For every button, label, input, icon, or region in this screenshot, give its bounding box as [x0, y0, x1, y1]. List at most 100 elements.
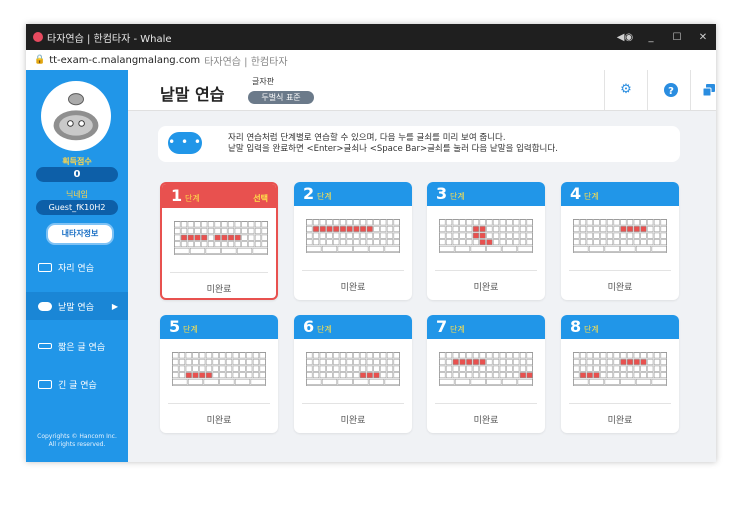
stage-card-5[interactable]: 5 단계미완료 — [160, 315, 278, 433]
stage-card-header: 1 단계 선택 — [162, 184, 276, 208]
stage-unit: 단계 — [317, 325, 332, 334]
keyboard-diagram-icon — [439, 219, 533, 253]
window-icon[interactable] — [702, 79, 715, 101]
stage-card-2[interactable]: 2 단계미완료 — [294, 182, 412, 300]
sidebar-item-label: 긴 글 연습 — [58, 380, 97, 391]
divider — [569, 270, 671, 271]
nickname-label: 닉네임 — [65, 190, 89, 199]
title-bar: 타자연습 | 한컴타자 - Whale ◀◉ _ ☐ ✕ — [26, 24, 716, 50]
stage-status: 미완료 — [607, 416, 633, 426]
stage-number: 2 — [303, 184, 315, 203]
stage-number: 4 — [570, 184, 582, 203]
avatar[interactable] — [41, 81, 111, 151]
address-bar[interactable]: 🔒 tt-exam-c.malangmalang.com 타자연습 | 한컴타자 — [26, 50, 716, 71]
stage-card-8[interactable]: 8 단계미완료 — [561, 315, 679, 433]
stage-card-6[interactable]: 6 단계미완료 — [294, 315, 412, 433]
whale-icon — [33, 32, 43, 42]
stage-card-7[interactable]: 7 단계미완료 — [427, 315, 545, 433]
lock-icon: 🔒 — [34, 55, 46, 65]
stage-card-4[interactable]: 4 단계 미완료 — [561, 182, 679, 300]
stage-status: 미완료 — [473, 283, 499, 293]
url-page-title: 타자연습 | 한컴타자 — [204, 56, 288, 68]
maximize-button[interactable]: ☐ — [664, 32, 690, 43]
keyboard-diagram-icon — [439, 352, 533, 386]
keyboard-diagram-icon — [172, 352, 266, 386]
caret-right-icon: ▶ — [111, 301, 118, 311]
stage-number: 1 — [171, 186, 183, 205]
copyright-line: All rights reserved. — [48, 441, 106, 448]
stage-card-3[interactable]: 3 단계 미완료 — [427, 182, 545, 300]
divider — [604, 70, 605, 110]
keyboard-diagram-icon — [306, 219, 400, 253]
stage-status: 미완료 — [206, 285, 232, 295]
stage-card-header: 4 단계 — [561, 182, 679, 206]
selected-label: 선택 — [253, 194, 268, 203]
copyright: Copyrights © Hancom Inc. All rights rese… — [26, 433, 128, 449]
stage-unit: 단계 — [317, 192, 332, 201]
stage-unit: 단계 — [584, 325, 599, 334]
copyright-line: Copyrights © Hancom Inc. — [37, 433, 117, 440]
stage-status: 미완료 — [340, 416, 366, 426]
divider — [302, 403, 404, 404]
score-value: 0 — [36, 167, 118, 182]
stage-card-header: 5 단계 — [160, 315, 278, 339]
my-typing-info-button[interactable]: 내타자정보 — [46, 223, 114, 245]
keyboard-diagram-icon — [174, 221, 268, 255]
sidebar-item-label: 자리 연습 — [58, 263, 94, 274]
keyboard-diagram-icon — [573, 352, 667, 386]
stage-card-header: 6 단계 — [294, 315, 412, 339]
sidebar-item-long-text[interactable]: 긴 글 연습 — [26, 370, 128, 398]
keyboard-icon — [38, 262, 52, 272]
sidebar-item-word-practice[interactable]: 낱말 연습 ▶ — [26, 292, 128, 320]
sound-icon[interactable]: ◀◉ — [612, 32, 638, 43]
minimize-button[interactable]: _ — [638, 32, 664, 43]
speech-bubble-icon: • • • — [168, 132, 202, 154]
divider — [170, 272, 268, 273]
mole-avatar-icon — [53, 93, 99, 141]
divider — [690, 70, 691, 110]
stage-unit: 단계 — [183, 325, 198, 334]
stage-status: 미완료 — [473, 416, 499, 426]
info-line: 낱말 입력을 완료하면 <Enter>글쇠나 <Space Bar>글쇠를 눌러… — [228, 144, 558, 154]
short-text-icon — [38, 343, 52, 349]
close-button[interactable]: ✕ — [690, 32, 716, 43]
settings-icon[interactable]: ⚙ — [615, 79, 637, 101]
stage-status: 미완료 — [340, 283, 366, 293]
divider — [435, 403, 537, 404]
info-text: 자리 연습처럼 단계별로 연습할 수 있으며, 다음 누를 글쇠를 미리 보여 … — [228, 133, 558, 155]
stage-unit: 단계 — [584, 192, 599, 201]
divider — [435, 270, 537, 271]
sidebar: 획득점수 0 닉네임 Guest_fK10H2 내타자정보 자리 연습 낱말 연… — [26, 70, 128, 462]
divider — [647, 70, 648, 110]
window-title: 타자연습 | 한컴타자 - Whale — [47, 33, 172, 45]
stage-number: 5 — [169, 317, 181, 336]
chat-icon — [38, 301, 52, 311]
stage-number: 6 — [303, 317, 315, 336]
url-host: tt-exam-c.malangmalang.com — [49, 54, 201, 66]
sidebar-item-key-practice[interactable]: 자리 연습 — [26, 253, 128, 281]
keyboard-diagram-icon — [306, 352, 400, 386]
divider — [569, 403, 671, 404]
help-icon[interactable]: ? — [660, 79, 682, 101]
svg-text:?: ? — [668, 86, 674, 97]
stage-unit: 단계 — [450, 325, 465, 334]
stage-card-header: 2 단계 — [294, 182, 412, 206]
sidebar-item-short-text[interactable]: 짧은 글 연습 — [26, 332, 128, 360]
long-text-icon — [38, 379, 52, 389]
stage-status: 미완료 — [206, 416, 232, 426]
stage-card-1[interactable]: 1 단계 선택미완료 — [160, 182, 278, 300]
stage-number: 7 — [436, 317, 448, 336]
stage-number: 3 — [436, 184, 448, 203]
sidebar-item-label: 짧은 글 연습 — [58, 342, 106, 353]
score-label: 획득점수 — [62, 157, 92, 166]
stage-card-header: 8 단계 — [561, 315, 679, 339]
info-box: • • • 자리 연습처럼 단계별로 연습할 수 있으며, 다음 누를 글쇠를 … — [158, 126, 680, 162]
keyboard-layout-badge[interactable]: 두벌식 표준 — [248, 91, 314, 104]
keyboard-diagram-icon — [573, 219, 667, 253]
app-content: 획득점수 0 닉네임 Guest_fK10H2 내타자정보 자리 연습 낱말 연… — [26, 70, 716, 462]
divider — [302, 270, 404, 271]
keyboard-label: 글자판 — [252, 77, 275, 86]
stage-unit: 단계 — [185, 194, 200, 203]
stage-card-header: 7 단계 — [427, 315, 545, 339]
page-title: 낱말 연습 — [160, 85, 225, 104]
